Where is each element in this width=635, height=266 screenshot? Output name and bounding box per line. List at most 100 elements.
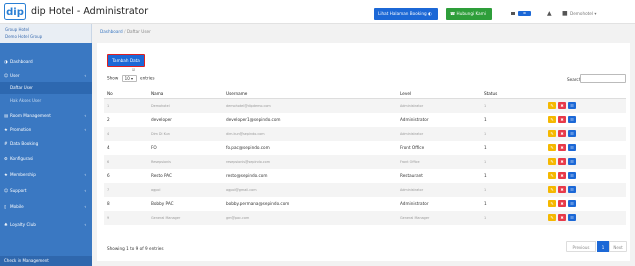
add-data-button[interactable]: Tambah Data [107,54,145,67]
cell-level: Front Office [400,145,425,150]
cell-status: 1 [484,188,487,192]
sidebar-item-user[interactable]: ☺ User ‹ [0,70,92,82]
group-name: Demo Hotel Group [5,34,43,39]
table-row: 2 developer developer1@sepindo.com Administ… [104,113,626,127]
pagination-page-1[interactable]: 1 [597,241,609,252]
view-button[interactable]: ☷ [568,102,576,109]
column-header-status[interactable]: Status [484,91,497,96]
hotel-name: Group Hotel [5,27,30,32]
column-header-nama[interactable]: Nama [151,91,163,96]
pagination-next[interactable]: Next [609,241,627,252]
delete-button[interactable]: ✖ [558,116,566,123]
cell-username: fo.pac@sepindo.com [226,145,270,150]
table-info: Showing 1 to 9 of 9 entries [107,246,164,251]
sidebar-subitem-hak-akses-user[interactable]: Hak Akses User [0,95,92,107]
chevron-icon: ‹ [84,127,86,132]
cell-level: Administrator [400,201,429,206]
cell-nama: Demohotel [151,104,170,108]
bell-icon[interactable]: ▲ [547,10,552,17]
cell-no: 6 [107,160,110,164]
cell-no: 4 [107,145,110,150]
table-row: 1 Demohotel demohotel@dipdemo.com Administr… [104,99,626,113]
sidebar-item-loyalty-club[interactable]: ♣ Loyalty Club ‹ [0,219,92,231]
edit-button[interactable]: ✎ [548,172,556,179]
edit-button[interactable]: ✎ [548,116,556,123]
cell-status: 1 [484,117,487,122]
sidebar-item-promotion[interactable]: ★ Promotion ‹ [0,124,92,136]
view-button[interactable]: ☷ [568,186,576,193]
sidebar-item-mobile[interactable]: ▯ Mobile ‹ [0,201,92,213]
sidebar-item-dashboard[interactable]: ◑ Dashboard [0,56,92,68]
sidebar-item-room-management[interactable]: ▤ Room Management ‹ [0,110,92,122]
cell-status: 1 [484,216,487,220]
cell-username: resto@sepindo.com [226,173,268,178]
cell-username: dim.kun@sepindo.com [226,132,265,136]
delete-button[interactable]: ✖ [558,186,566,193]
cell-username: agpol@gmail.com [226,188,257,192]
edit-button[interactable]: ✎ [548,102,556,109]
view-booking-page-button[interactable]: Lihat Halaman Booking ◐ [374,8,438,20]
pagination-previous[interactable]: Previous [566,241,596,252]
view-button[interactable]: ☷ [568,130,576,137]
column-header-level[interactable]: Level [400,91,411,96]
delete-button[interactable]: ✖ [558,200,566,207]
delete-button[interactable]: ✖ [558,130,566,137]
edit-button[interactable]: ✎ [548,158,556,165]
delete-button[interactable]: ✖ [558,172,566,179]
chat-icon[interactable]: ■ [562,10,568,17]
view-button[interactable]: ☷ [568,172,576,179]
table-row: 4 FO fo.pac@sepindo.com Front Office 1 ✎ ✖ ☷ [104,141,626,155]
page-length-select[interactable]: 10 ▾ [121,75,137,82]
view-button[interactable]: ☷ [568,200,576,207]
cell-username: demohotel@dipdemo.com [226,104,271,108]
column-header-username[interactable]: Username [226,91,247,96]
sidebar-hotel-info: Group Hotel Demo Hotel Group [0,24,92,43]
checkbox-icon[interactable]: ☑ [132,68,135,72]
edit-button[interactable]: ✎ [548,214,556,221]
view-button[interactable]: ☷ [568,144,576,151]
delete-button[interactable]: ✖ [558,214,566,221]
view-button[interactable]: ☷ [568,158,576,165]
delete-button[interactable]: ✖ [558,144,566,151]
sidebar-item-konfigurasi[interactable]: ⚙ Konfigurasi [0,153,92,165]
cell-nama: Bobby PAC [151,201,174,206]
delete-button[interactable]: ✖ [558,158,566,165]
cell-no: 2 [107,117,110,122]
column-header-no[interactable]: No [107,91,113,96]
chevron-icon: ‹ [84,222,86,227]
cell-status: 1 [484,132,487,136]
flag-icon[interactable] [511,12,515,15]
view-button[interactable]: ☷ [568,116,576,123]
user-menu[interactable]: Demohotel ▾ [570,11,596,16]
view-button[interactable]: ☷ [568,214,576,221]
table-row: 6 Resto PAC resto@sepindo.com Restaurant 1 ✎ ✖… [104,169,626,183]
breadcrumb-current: Daftar User [126,29,151,34]
edit-button[interactable]: ✎ [548,130,556,137]
sidebar-item-support[interactable]: ☺ Support ‹ [0,185,92,197]
chevron-icon: ‹ [84,188,86,193]
cell-nama: Resto PAC [151,173,172,178]
cell-no: 1 [107,104,110,108]
edit-button[interactable]: ✎ [548,200,556,207]
sidebar-item-data-booking[interactable]: # Data Booking [0,138,92,150]
cell-status: 1 [484,145,487,150]
cell-username: developer1@sepindo.com [226,117,281,122]
edit-button[interactable]: ✎ [548,186,556,193]
search-input[interactable] [580,74,626,83]
cell-username: gm@pac.com [226,216,250,220]
table-header: No Nama Username Level Status [104,89,626,99]
edit-button[interactable]: ✎ [548,144,556,151]
cell-no: 9 [107,216,110,220]
chevron-icon: ‹ [84,172,86,177]
sidebar-subitem-daftar-user[interactable]: Daftar User [0,82,92,94]
cell-level: General Manager [400,216,430,220]
sidebar-item-membership[interactable]: ★ Membership ‹ [0,169,92,181]
dip-logo-icon[interactable]: dip [4,3,26,20]
sidebar-item-check-in-management[interactable]: Check in Management [0,256,92,266]
contact-us-button[interactable]: ☎ Hubungi Kami [446,8,492,20]
breadcrumb-dashboard-link[interactable]: Dashboard [100,29,123,34]
table-row: 9 General Manager gm@pac.com General Manage… [104,211,626,225]
cell-status: 1 [484,201,487,206]
delete-button[interactable]: ✖ [558,102,566,109]
language-badge[interactable]: ID [518,11,531,16]
